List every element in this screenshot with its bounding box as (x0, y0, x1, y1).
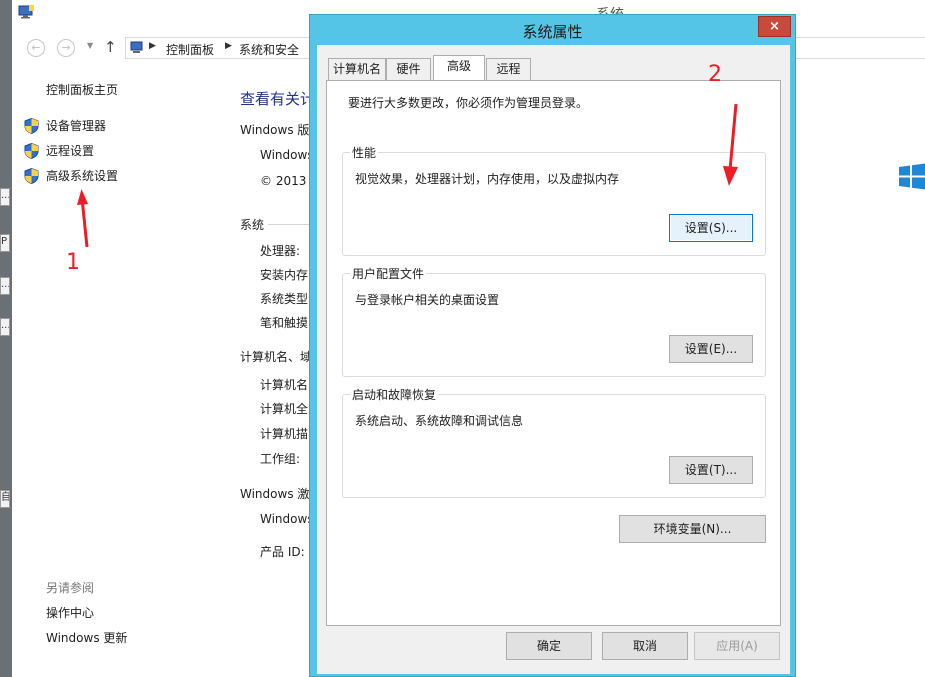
see-also-windows-update[interactable]: Windows 更新 (46, 629, 127, 646)
up-arrow-icon[interactable]: ↑ (104, 38, 117, 56)
dialog-body: 计算机名 硬件 高级 远程 要进行大多数更改，你必须作为管理员登录。 性能 视觉… (317, 45, 790, 674)
annotation-number-1: 1 (66, 250, 80, 275)
forward-icon: → (61, 41, 71, 54)
system-row: 安装内存 (260, 268, 309, 282)
underlying-window-edge: ... P ... ... 自 (0, 0, 12, 677)
system-properties-dialog: 系统属性 × 计算机名 硬件 高级 远程 要进行大多数更改，你必须作为管理员登录… (309, 14, 796, 677)
shield-icon (24, 143, 39, 159)
computer-row: 工作组: (260, 452, 301, 466)
windows-logo-icon (899, 163, 925, 190)
activation-row: 产品 ID: 0 (260, 545, 310, 559)
shield-icon (24, 118, 39, 134)
annotation-number-2: 2 (708, 62, 722, 87)
chevron-right-icon: ▶ (225, 41, 232, 51)
group-label: 启动和故障恢复 (350, 386, 439, 403)
environment-variables-button[interactable]: 环境变量(N)... (619, 515, 766, 543)
system-row: 处理器: (260, 244, 301, 258)
sidebar-home-link[interactable]: 控制面板主页 (46, 81, 118, 98)
chevron-right-icon: ▶ (149, 41, 156, 51)
sidebar-item-label: 设备管理器 (46, 119, 107, 133)
group-description: 与登录帐户相关的桌面设置 (355, 293, 500, 307)
system-row: 系统类型: (260, 292, 310, 306)
back-button[interactable]: ← (27, 39, 45, 57)
breadcrumb-system-security[interactable]: 系统和安全 (239, 41, 299, 58)
group-description: 视觉效果，处理器计划，内存使用，以及虚拟内存 (355, 172, 620, 186)
breadcrumb-control-panel[interactable]: 控制面板 (166, 41, 214, 58)
edge-stub: ... (0, 318, 10, 336)
admin-notice: 要进行大多数更改，你必须作为管理员登录。 (348, 96, 589, 110)
edge-stub: ... (0, 188, 10, 206)
computer-row: 计算机描 (260, 427, 309, 441)
section-title-computer-name: 计算机名、域 (240, 350, 310, 364)
computer-row: 计算机名: (260, 378, 310, 392)
section-divider (268, 224, 310, 225)
system-row: 笔和触摸: (260, 316, 310, 330)
address-box[interactable]: ▶ 控制面板 ▶ 系统和安全 (125, 37, 325, 59)
computer-row: 计算机全 (260, 402, 309, 416)
ok-button[interactable]: 确定 (506, 632, 592, 660)
control-panel-icon (130, 41, 143, 53)
recent-pages-dropdown[interactable]: ▼ (87, 41, 93, 50)
group-label: 性能 (350, 144, 379, 161)
close-button[interactable]: × (758, 16, 791, 37)
edition-row: Windows (260, 148, 310, 162)
shield-icon (24, 168, 39, 184)
group-label: 用户配置文件 (350, 265, 427, 282)
user-profiles-group: 用户配置文件 与登录帐户相关的桌面设置 设置(E)... (342, 265, 766, 377)
dialog-title: 系统属性 (522, 23, 583, 41)
edition-row: © 2013 M (260, 174, 310, 188)
sidebar-item-label: 远程设置 (46, 144, 95, 158)
page-title: 查看有关计 (240, 90, 310, 108)
startup-recovery-group: 启动和故障恢复 系统启动、系统故障和调试信息 设置(T)... (342, 386, 766, 498)
computer-icon (18, 5, 34, 19)
advanced-tab-panel: 要进行大多数更改，你必须作为管理员登录。 性能 视觉效果，处理器计划，内存使用，… (326, 80, 781, 626)
performance-group: 性能 视觉效果，处理器计划，内存使用，以及虚拟内存 设置(S)... (342, 144, 766, 256)
apply-button[interactable]: 应用(A) (694, 632, 780, 660)
tab-computer-name[interactable]: 计算机名 (328, 58, 386, 80)
section-title-edition: Windows 版 (240, 123, 310, 137)
edge-stub: ... (0, 277, 10, 295)
edge-stub: 自 (0, 490, 10, 508)
group-description: 系统启动、系统故障和调试信息 (355, 414, 524, 428)
activation-row: Windows (260, 512, 310, 526)
back-icon: ← (31, 41, 41, 54)
see-also-heading: 另请参阅 (46, 581, 95, 595)
tab-hardware[interactable]: 硬件 (386, 58, 431, 80)
user-profiles-settings-button[interactable]: 设置(E)... (669, 335, 753, 363)
startup-recovery-settings-button[interactable]: 设置(T)... (669, 456, 753, 484)
section-title-activation: Windows 激 (240, 487, 310, 501)
edge-stub: P (0, 234, 10, 252)
tab-remote[interactable]: 远程 (486, 58, 531, 80)
sidebar-item-label: 高级系统设置 (46, 169, 119, 183)
search-box[interactable] (795, 37, 925, 59)
tab-advanced[interactable]: 高级 (433, 55, 485, 80)
cancel-button[interactable]: 取消 (602, 632, 688, 660)
forward-button[interactable]: → (57, 39, 75, 57)
performance-settings-button[interactable]: 设置(S)... (669, 214, 753, 242)
see-also-action-center[interactable]: 操作中心 (46, 604, 94, 621)
close-icon: × (769, 19, 780, 34)
